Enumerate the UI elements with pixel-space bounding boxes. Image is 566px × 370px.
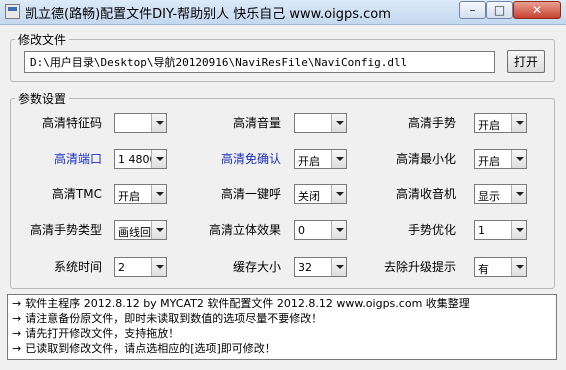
param-label: 高清端口 <box>53 152 102 166</box>
param-label: 手势优化 <box>407 223 456 237</box>
param-label: 高清收音机 <box>395 187 456 201</box>
param-select-value: 开启 <box>118 190 140 203</box>
param-label: 高清手势 <box>407 116 456 130</box>
open-button[interactable]: 打开 <box>507 50 545 73</box>
param-select-value: 2 <box>118 261 125 274</box>
param-select-value: 开启 <box>478 119 500 132</box>
param-label: 高清TMC <box>51 187 102 201</box>
param-select-value: 0 <box>298 224 305 237</box>
param-select-value: 画线回 <box>118 226 151 239</box>
file-path-field[interactable]: D:\用户目录\Desktop\导航20120916\NaviResFile\N… <box>24 51 495 73</box>
param-label: 高清立体效果 <box>208 223 281 237</box>
param-select[interactable]: 关闭 <box>294 184 347 204</box>
param-label: 高清音量 <box>232 116 281 130</box>
app-icon <box>5 4 20 19</box>
param-select-value: 32 <box>298 261 312 274</box>
param-select[interactable]: 有 <box>474 257 527 277</box>
dropdown-arrow-icon[interactable] <box>511 221 526 239</box>
param-select[interactable] <box>114 113 167 133</box>
arrow-icon: → <box>12 342 22 355</box>
param-select[interactable] <box>294 113 347 133</box>
status-text: 软件主程序 2012.8.12 by MYCAT2 软件配置文件 2012.8.… <box>25 297 470 310</box>
param-label: 高清最小化 <box>395 152 456 166</box>
dropdown-arrow-icon[interactable] <box>331 258 346 276</box>
param-select-value: 关闭 <box>298 190 320 203</box>
status-text: 请先打开修改文件，支持拖放！ <box>25 327 180 340</box>
title-bar: 凯立德(路畅)配置文件DIY-帮助别人 快乐自己 www.oigps.com –… <box>0 0 566 25</box>
dropdown-arrow-icon[interactable] <box>331 221 346 239</box>
dropdown-arrow-icon[interactable] <box>511 258 526 276</box>
param-select[interactable]: 开启 <box>114 184 167 204</box>
arrow-icon: → <box>12 297 22 310</box>
param-label: 缓存大小 <box>232 260 281 274</box>
dropdown-arrow-icon[interactable] <box>151 114 166 132</box>
dropdown-arrow-icon[interactable] <box>511 150 526 168</box>
param-select-value: 开启 <box>298 155 320 168</box>
param-label: 高清一键呼 <box>220 187 281 201</box>
param-label: 去除升级提示 <box>383 260 456 274</box>
param-select[interactable]: 开启 <box>294 149 347 169</box>
status-line: → 请注意备份原文件，即时未读取到数值的选项尽量不要修改！ <box>12 312 322 325</box>
param-select[interactable]: 32 <box>294 257 347 277</box>
param-select[interactable]: 显示 <box>474 184 527 204</box>
param-select-value: 开启 <box>478 155 500 168</box>
minimize-button[interactable]: – <box>459 1 486 19</box>
param-select[interactable]: 开启 <box>474 149 527 169</box>
param-label: 高清特征码 <box>41 116 102 130</box>
dropdown-arrow-icon[interactable] <box>151 150 166 168</box>
dropdown-arrow-icon[interactable] <box>331 150 346 168</box>
param-select[interactable]: 画线回 <box>114 220 167 240</box>
params-legend: 参数设置 <box>18 92 67 106</box>
param-select[interactable]: 开启 <box>474 113 527 133</box>
param-select[interactable]: 0 <box>294 220 347 240</box>
param-select-value: 有 <box>478 263 489 276</box>
dropdown-arrow-icon[interactable] <box>511 114 526 132</box>
edit-file-legend: 修改文件 <box>18 33 67 47</box>
param-select-value: 显示 <box>478 190 500 203</box>
window-title: 凯立德(路畅)配置文件DIY-帮助别人 快乐自己 www.oigps.com <box>25 7 391 22</box>
status-text: 请注意备份原文件，即时未读取到数值的选项尽量不要修改！ <box>25 312 323 325</box>
param-label: 系统时间 <box>53 260 102 274</box>
dropdown-arrow-icon[interactable] <box>511 185 526 203</box>
dropdown-arrow-icon[interactable] <box>151 185 166 203</box>
status-line: → 已读取到修改文件，请点选相应的[选项]即可修改！ <box>12 342 276 355</box>
status-log[interactable]: → 软件主程序 2012.8.12 by MYCAT2 软件配置文件 2012.8… <box>7 294 557 360</box>
param-select-value: 1 <box>478 224 485 237</box>
param-label: 高清手势类型 <box>29 223 102 237</box>
status-line: → 软件主程序 2012.8.12 by MYCAT2 软件配置文件 2012.8… <box>12 297 470 310</box>
status-text: 已读取到修改文件，请点选相应的[选项]即可修改！ <box>25 342 276 355</box>
dropdown-arrow-icon[interactable] <box>331 185 346 203</box>
param-select[interactable]: 1 4800 <box>114 149 167 169</box>
dropdown-arrow-icon[interactable] <box>151 221 166 239</box>
arrow-icon: → <box>12 312 22 325</box>
arrow-icon: → <box>12 327 22 340</box>
close-button[interactable]: ✕ <box>513 1 561 19</box>
dropdown-arrow-icon[interactable] <box>151 258 166 276</box>
param-select[interactable]: 1 <box>474 220 527 240</box>
param-label: 高清免确认 <box>220 152 281 166</box>
param-select[interactable]: 2 <box>114 257 167 277</box>
dropdown-arrow-icon[interactable] <box>331 114 346 132</box>
status-line: → 请先打开修改文件，支持拖放！ <box>12 327 179 340</box>
maximize-button[interactable]: □ <box>486 1 513 19</box>
